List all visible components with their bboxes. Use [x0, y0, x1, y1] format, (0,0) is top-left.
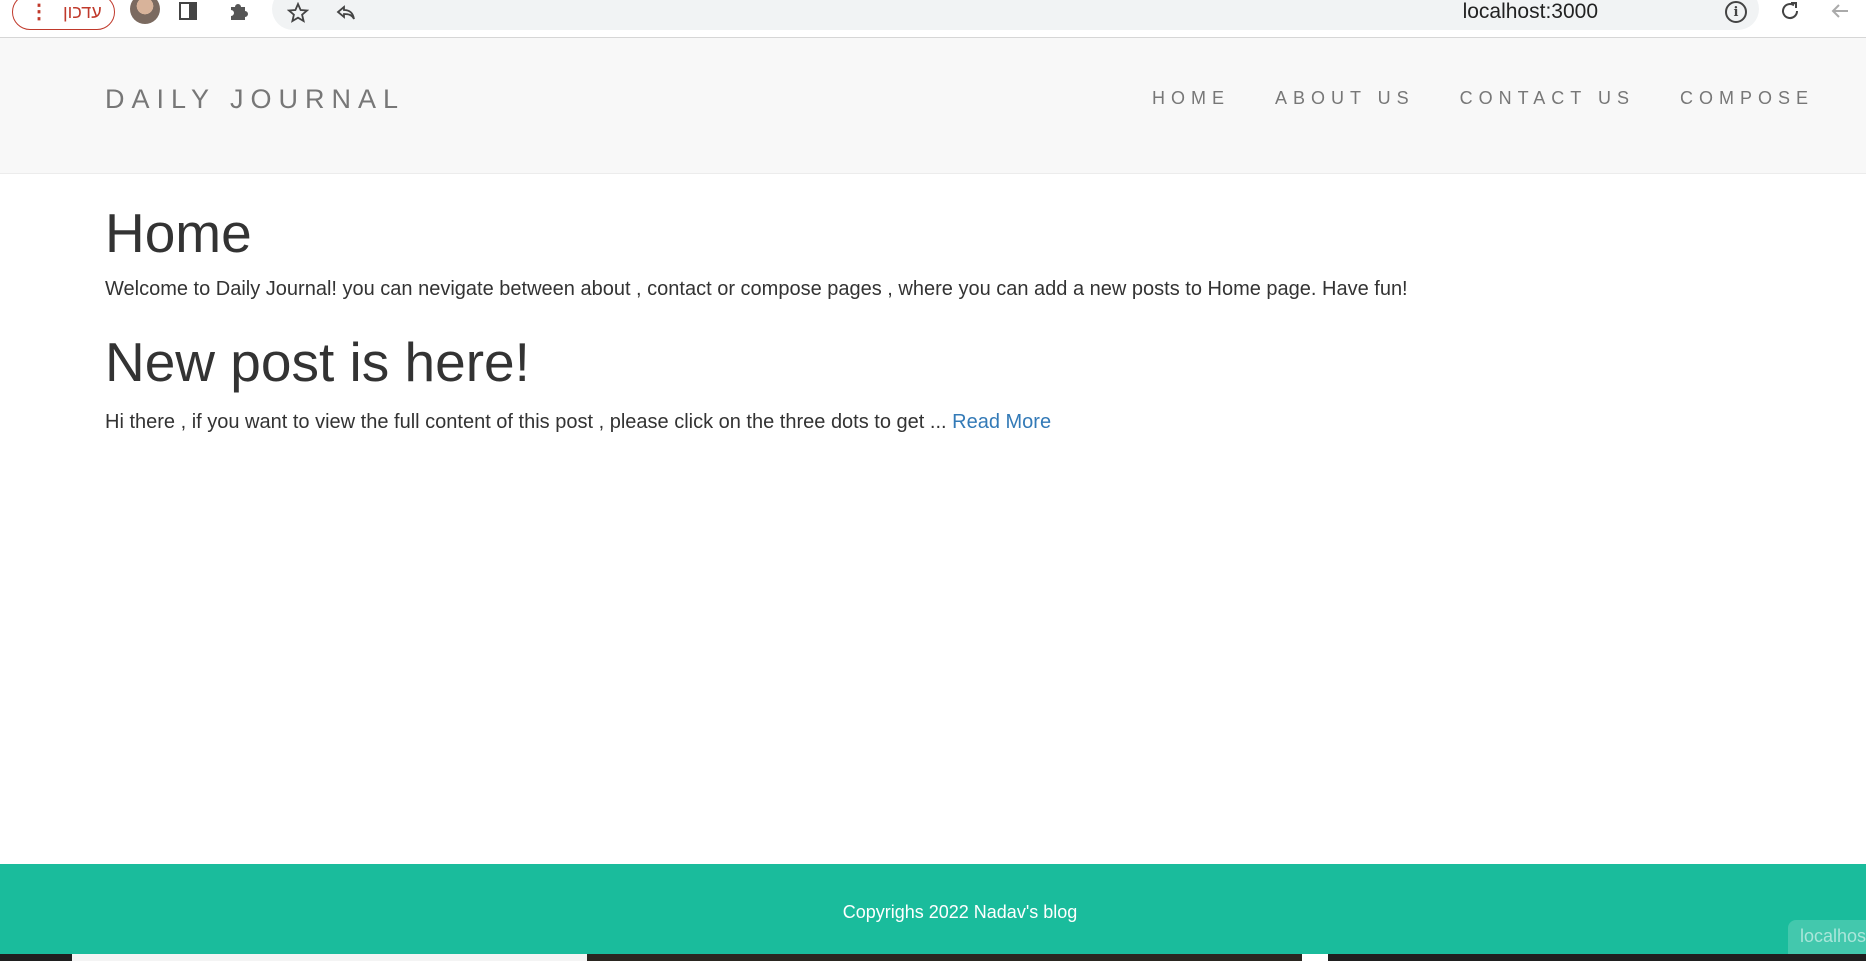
address-bar[interactable]: localhost:3000 i: [272, 0, 1759, 30]
menu-dots-icon: ⋮: [29, 1, 49, 23]
post-excerpt: Hi there , if you want to view the full …: [105, 411, 1755, 434]
post-title: New post is here!: [105, 331, 530, 393]
main-nav: HOME ABOUT US CONTACT US COMPOSE: [1152, 88, 1814, 109]
intro-text: Welcome to Daily Journal! you can neviga…: [105, 278, 1408, 300]
taskbar-thumbnail[interactable]: [587, 954, 1302, 961]
share-icon[interactable]: [332, 0, 360, 26]
page-title: Home: [105, 202, 252, 264]
profile-avatar[interactable]: [130, 0, 160, 24]
update-label: עדכון: [63, 1, 102, 22]
nav-contact-us[interactable]: CONTACT US: [1460, 88, 1635, 109]
back-arrow-icon[interactable]: [1826, 0, 1854, 24]
post-excerpt-text: Hi there , if you want to view the full …: [105, 411, 947, 433]
site-footer: Copyrighs 2022 Nadav's blog localhost: [0, 864, 1866, 954]
bookmark-star-icon[interactable]: [284, 0, 312, 26]
taskbar-thumbnail[interactable]: [72, 954, 587, 961]
taskbar-preview-strip: [0, 954, 1866, 961]
nav-about-us[interactable]: ABOUT US: [1275, 88, 1415, 109]
site-navbar: DAILY JOURNAL HOME ABOUT US CONTACT US C…: [0, 38, 1866, 174]
footer-copyright: Copyrighs 2022 Nadav's blog: [842, 902, 1078, 922]
read-more-link[interactable]: Read More: [952, 411, 1051, 433]
url-text: localhost:3000: [1462, 0, 1598, 23]
side-panel-icon[interactable]: [174, 0, 202, 24]
extensions-puzzle-icon[interactable]: [224, 0, 252, 24]
browser-toolbar: ⋮ עדכון localhost:3000 i: [0, 0, 1866, 38]
main-content: Home Welcome to Daily Journal! you can n…: [105, 202, 1755, 434]
taskbar-thumbnail[interactable]: [1302, 954, 1328, 961]
status-url-peek: localhost: [1788, 920, 1866, 954]
reload-icon[interactable]: [1776, 0, 1804, 24]
post-card: New post is here! Hi there , if you want…: [105, 331, 1755, 434]
brand-logo-text[interactable]: DAILY JOURNAL: [105, 84, 405, 115]
nav-home[interactable]: HOME: [1152, 88, 1230, 109]
update-button[interactable]: ⋮ עדכון: [12, 0, 115, 30]
nav-compose[interactable]: COMPOSE: [1680, 88, 1814, 109]
site-info-icon[interactable]: i: [1725, 1, 1747, 23]
